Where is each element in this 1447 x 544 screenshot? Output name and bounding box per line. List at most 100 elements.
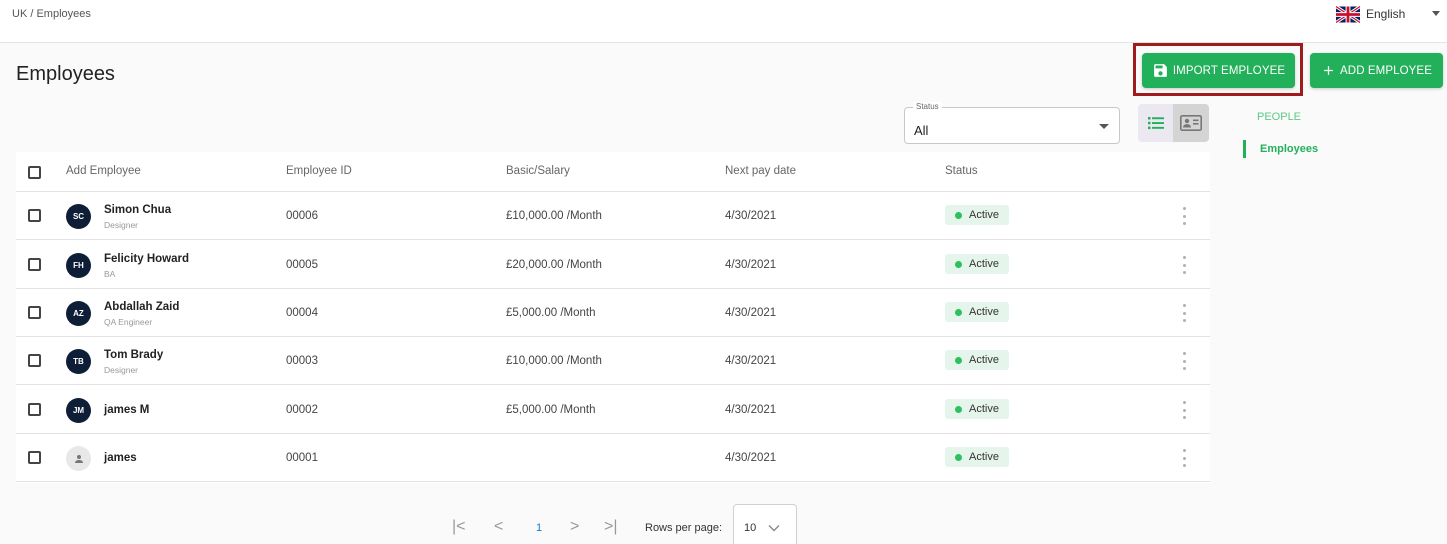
status-dot-icon <box>955 453 962 461</box>
person-icon <box>74 454 83 463</box>
contact-card-icon <box>1180 115 1202 131</box>
sidenav-heading-people: PEOPLE <box>1257 111 1302 123</box>
status-dot-icon <box>955 356 962 364</box>
employee-name[interactable]: Tom Brady <box>104 349 163 361</box>
list-view-icon <box>1147 117 1164 130</box>
row-checkbox[interactable] <box>28 354 41 367</box>
row-checkbox[interactable] <box>28 403 41 416</box>
status-badge: Active <box>945 302 1009 322</box>
card-view-toggle[interactable] <box>1173 104 1209 142</box>
column-header-status[interactable]: Status <box>945 165 978 177</box>
employee-name[interactable]: james M <box>104 404 149 416</box>
rows-per-page-value: 10 <box>744 522 757 534</box>
last-page-button[interactable]: >| <box>604 518 618 536</box>
list-view-toggle[interactable] <box>1138 104 1173 142</box>
language-label: English <box>1366 7 1406 21</box>
column-header-name[interactable]: Add Employee <box>66 165 141 177</box>
rows-per-page-select[interactable]: 10 <box>733 504 797 544</box>
status-text: Active <box>969 306 999 318</box>
next-pay-date: 4/30/2021 <box>725 307 777 319</box>
previous-page-button[interactable]: < <box>494 518 503 536</box>
status-badge: Active <box>945 205 1009 225</box>
breadcrumb[interactable]: UK / Employees <box>12 8 91 20</box>
row-checkbox[interactable] <box>28 306 41 319</box>
add-employee-button[interactable]: ADD EMPLOYEE <box>1310 53 1443 88</box>
table-row[interactable]: SC Simon Chua Designer 00006 £10,000.00 … <box>16 192 1210 240</box>
status-dot-icon <box>955 260 962 268</box>
column-header-employee-id[interactable]: Employee ID <box>286 165 352 177</box>
employee-salary: £5,000.00 /Month <box>506 404 596 416</box>
table-header: Add Employee Employee ID Basic/Salary Ne… <box>16 152 1210 192</box>
status-text: Active <box>969 451 999 463</box>
employee-name[interactable]: Simon Chua <box>104 204 171 216</box>
status-dot-icon <box>955 308 962 316</box>
employee-role: BA <box>104 269 116 279</box>
employee-role: Designer <box>104 220 139 230</box>
table-row[interactable]: james 00001 4/30/2021 Active <box>16 434 1210 482</box>
employee-id: 00003 <box>286 355 318 367</box>
employee-salary: £10,000.00 /Month <box>506 355 602 367</box>
row-more-options-icon[interactable] <box>1180 449 1188 467</box>
status-badge: Active <box>945 254 1009 274</box>
column-header-salary[interactable]: Basic/Salary <box>506 165 570 177</box>
language-selector[interactable]: English <box>1336 3 1440 25</box>
employee-salary: £20,000.00 /Month <box>506 259 602 271</box>
table-row[interactable]: TB Tom Brady Designer 00003 £10,000.00 /… <box>16 337 1210 385</box>
employee-id: 00002 <box>286 404 318 416</box>
employee-table: Add Employee Employee ID Basic/Salary Ne… <box>16 152 1210 483</box>
save-icon <box>1153 64 1167 77</box>
row-more-options-icon[interactable] <box>1180 401 1188 419</box>
chevron-down-icon <box>1432 11 1440 16</box>
employee-name[interactable]: james <box>104 452 137 464</box>
row-more-options-icon[interactable] <box>1180 304 1188 322</box>
sidenav-item-employees[interactable]: Employees <box>1243 140 1318 158</box>
first-page-button[interactable]: |< <box>452 518 466 536</box>
table-row[interactable]: FH Felicity Howard BA 00005 £20,000.00 /… <box>16 241 1210 289</box>
status-text: Active <box>969 354 999 366</box>
status-filter-label: Status <box>913 102 942 111</box>
select-all-checkbox[interactable] <box>28 166 41 179</box>
next-pay-date: 4/30/2021 <box>725 355 777 367</box>
avatar <box>66 446 91 471</box>
employee-name[interactable]: Abdallah Zaid <box>104 301 179 313</box>
row-checkbox[interactable] <box>28 258 41 271</box>
status-filter-value: All <box>914 123 929 138</box>
table-row[interactable]: JM james M 00002 £5,000.00 /Month 4/30/2… <box>16 386 1210 434</box>
avatar: AZ <box>66 301 91 326</box>
avatar: SC <box>66 204 91 229</box>
employee-id: 00006 <box>286 210 318 222</box>
employee-role: Designer <box>104 365 139 375</box>
next-pay-date: 4/30/2021 <box>725 259 777 271</box>
next-pay-date: 4/30/2021 <box>725 210 777 222</box>
column-header-next-pay-date[interactable]: Next pay date <box>725 165 796 177</box>
import-employee-button[interactable]: IMPORT EMPLOYEE <box>1142 53 1295 88</box>
row-more-options-icon[interactable] <box>1180 207 1188 225</box>
row-checkbox[interactable] <box>28 209 41 222</box>
avatar: FH <box>66 253 91 278</box>
employee-id: 00004 <box>286 307 318 319</box>
row-more-options-icon[interactable] <box>1180 352 1188 370</box>
row-more-options-icon[interactable] <box>1180 256 1188 274</box>
plus-icon <box>1324 66 1333 75</box>
next-pay-date: 4/30/2021 <box>725 452 777 464</box>
chevron-down-icon <box>768 525 780 532</box>
employee-id: 00001 <box>286 452 318 464</box>
current-page-number[interactable]: 1 <box>536 522 542 534</box>
dropdown-arrow-icon <box>1099 124 1109 129</box>
avatar: TB <box>66 349 91 374</box>
top-bar: UK / Employees English <box>0 0 1447 43</box>
employee-id: 00005 <box>286 259 318 271</box>
next-page-button[interactable]: > <box>570 518 579 536</box>
uk-flag-icon <box>1336 5 1360 23</box>
status-text: Active <box>969 403 999 415</box>
row-checkbox[interactable] <box>28 451 41 464</box>
status-dot-icon <box>955 405 962 413</box>
status-badge: Active <box>945 447 1009 467</box>
status-dot-icon <box>955 211 962 219</box>
status-filter-select[interactable]: Status All <box>904 102 1120 144</box>
employee-name[interactable]: Felicity Howard <box>104 253 189 265</box>
status-badge: Active <box>945 399 1009 419</box>
table-row[interactable]: AZ Abdallah Zaid QA Engineer 00004 £5,00… <box>16 289 1210 337</box>
employee-salary: £10,000.00 /Month <box>506 210 602 222</box>
status-text: Active <box>969 258 999 270</box>
